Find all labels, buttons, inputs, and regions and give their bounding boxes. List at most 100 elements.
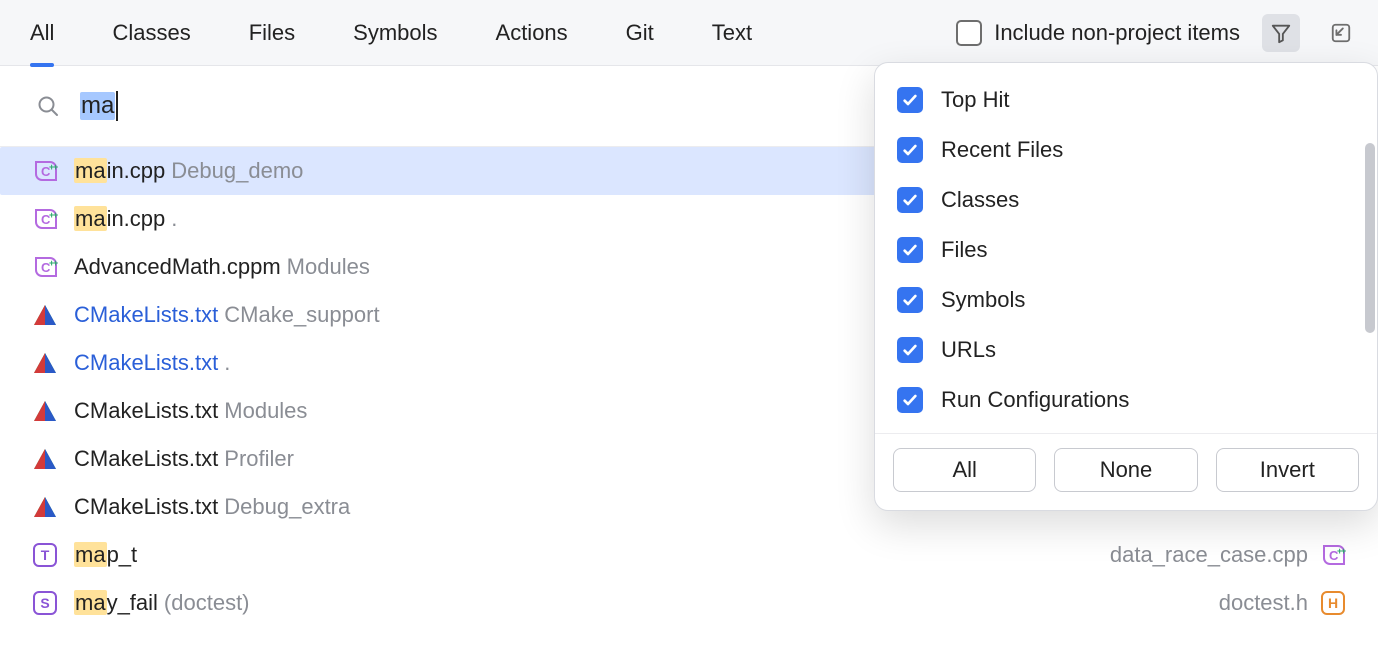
filter-popup: Top Hit Recent Files Classes Files Symbols UR… (874, 62, 1378, 511)
checkbox-checked-icon (897, 187, 923, 213)
filter-option[interactable]: Classes (875, 175, 1377, 225)
result-location: doctest.h (1219, 590, 1308, 616)
filter-option[interactable]: Files (875, 225, 1377, 275)
match-highlight: ma (74, 206, 107, 231)
result-context: Debug_extra (224, 494, 350, 520)
filter-invert-button[interactable]: Invert (1216, 448, 1359, 492)
svg-text:+: + (53, 258, 58, 268)
checkbox-checked-icon (897, 387, 923, 413)
h-icon: H (1320, 590, 1346, 616)
result-name: CMakeLists.txt (74, 302, 218, 328)
open-in-tool-window-button[interactable] (1322, 14, 1360, 52)
result-context: Modules (224, 398, 307, 424)
typeT-icon: T (32, 542, 58, 568)
result-context: . (224, 350, 230, 376)
search-input[interactable]: ma (80, 91, 118, 121)
filter-button[interactable] (1262, 14, 1300, 52)
include-non-project-label: Include non-project items (994, 20, 1240, 46)
filter-all-button[interactable]: All (893, 448, 1036, 492)
scrollbar[interactable] (1365, 143, 1375, 333)
result-context: Modules (287, 254, 370, 280)
tab-classes[interactable]: Classes (112, 0, 190, 66)
svg-text:S: S (40, 595, 49, 611)
match-highlight: ma (74, 158, 107, 183)
match-highlight: ma (74, 542, 107, 567)
result-name: main.cpp (74, 206, 165, 232)
result-name: main.cpp (74, 158, 165, 184)
filter-option-label: Classes (941, 187, 1019, 213)
filter-none-button[interactable]: None (1054, 448, 1197, 492)
cmake-icon (32, 446, 58, 472)
result-name: AdvancedMath.cppm (74, 254, 281, 280)
checkbox-checked-icon (897, 287, 923, 313)
tab-bar: All Classes Files Symbols Actions Git Te… (0, 0, 1378, 66)
tab-label: Symbols (353, 20, 437, 46)
result-context: (doctest) (164, 590, 250, 616)
result-name: CMakeLists.txt (74, 398, 218, 424)
search-query-selected: ma (80, 92, 115, 120)
result-name: CMakeLists.txt (74, 494, 218, 520)
checkbox-checked-icon (897, 87, 923, 113)
result-context: Profiler (224, 446, 294, 472)
result-row[interactable]: Tmap_t data_race_case.cpp C++ (0, 531, 1378, 579)
tab-all[interactable]: All (30, 0, 54, 66)
tab-label: Text (712, 20, 752, 46)
arrow-in-box-icon (1330, 22, 1352, 44)
funnel-icon (1270, 22, 1292, 44)
cpp-icon: C++ (32, 206, 58, 232)
tab-label: Actions (496, 20, 568, 46)
tab-label: Classes (112, 20, 190, 46)
svg-text:T: T (41, 547, 50, 563)
checkbox-checked-icon (897, 137, 923, 163)
cmake-icon (32, 494, 58, 520)
tab-label: Git (626, 20, 654, 46)
typeS-icon: S (32, 590, 58, 616)
result-context: . (171, 206, 177, 232)
filter-option-label: Run Configurations (941, 387, 1129, 413)
result-name: map_t (74, 542, 137, 568)
search-icon (36, 94, 60, 118)
filter-option-label: URLs (941, 337, 996, 363)
result-name: may_fail (74, 590, 158, 616)
filter-option[interactable]: Run Configurations (875, 375, 1377, 425)
match-highlight: ma (74, 590, 107, 615)
filter-option[interactable]: URLs (875, 325, 1377, 375)
filter-option[interactable]: Recent Files (875, 125, 1377, 175)
svg-text:+: + (53, 162, 58, 172)
result-context: CMake_support (224, 302, 379, 328)
button-label: All (952, 457, 976, 483)
checkbox-icon (956, 20, 982, 46)
include-non-project-checkbox[interactable]: Include non-project items (956, 20, 1240, 46)
checkbox-checked-icon (897, 337, 923, 363)
filter-option-label: Recent Files (941, 137, 1063, 163)
tab-label: Files (249, 20, 295, 46)
svg-text:H: H (1328, 595, 1338, 611)
tab-git[interactable]: Git (626, 0, 654, 66)
filter-option[interactable]: Symbols (875, 275, 1377, 325)
result-row[interactable]: Smay_fail (doctest) doctest.h H (0, 579, 1378, 627)
tab-actions[interactable]: Actions (496, 0, 568, 66)
cpp-icon: C++ (32, 158, 58, 184)
cpp-icon: C++ (32, 254, 58, 280)
tabs: All Classes Files Symbols Actions Git Te… (30, 0, 752, 66)
result-name: CMakeLists.txt (74, 350, 218, 376)
filter-option[interactable]: Top Hit (875, 75, 1377, 125)
cmake-icon (32, 398, 58, 424)
tab-text[interactable]: Text (712, 0, 752, 66)
cmake-icon (32, 302, 58, 328)
cpp-icon: C++ (1320, 542, 1346, 568)
text-caret (116, 91, 118, 121)
tab-files[interactable]: Files (249, 0, 295, 66)
button-label: Invert (1260, 457, 1315, 483)
filter-option-label: Top Hit (941, 87, 1009, 113)
filter-option-label: Files (941, 237, 987, 263)
tab-label: All (30, 20, 54, 46)
result-context: Debug_demo (171, 158, 303, 184)
tab-symbols[interactable]: Symbols (353, 0, 437, 66)
checkbox-checked-icon (897, 237, 923, 263)
cmake-icon (32, 350, 58, 376)
result-location: data_race_case.cpp (1110, 542, 1308, 568)
button-label: None (1100, 457, 1153, 483)
result-name: CMakeLists.txt (74, 446, 218, 472)
filter-option-label: Symbols (941, 287, 1025, 313)
